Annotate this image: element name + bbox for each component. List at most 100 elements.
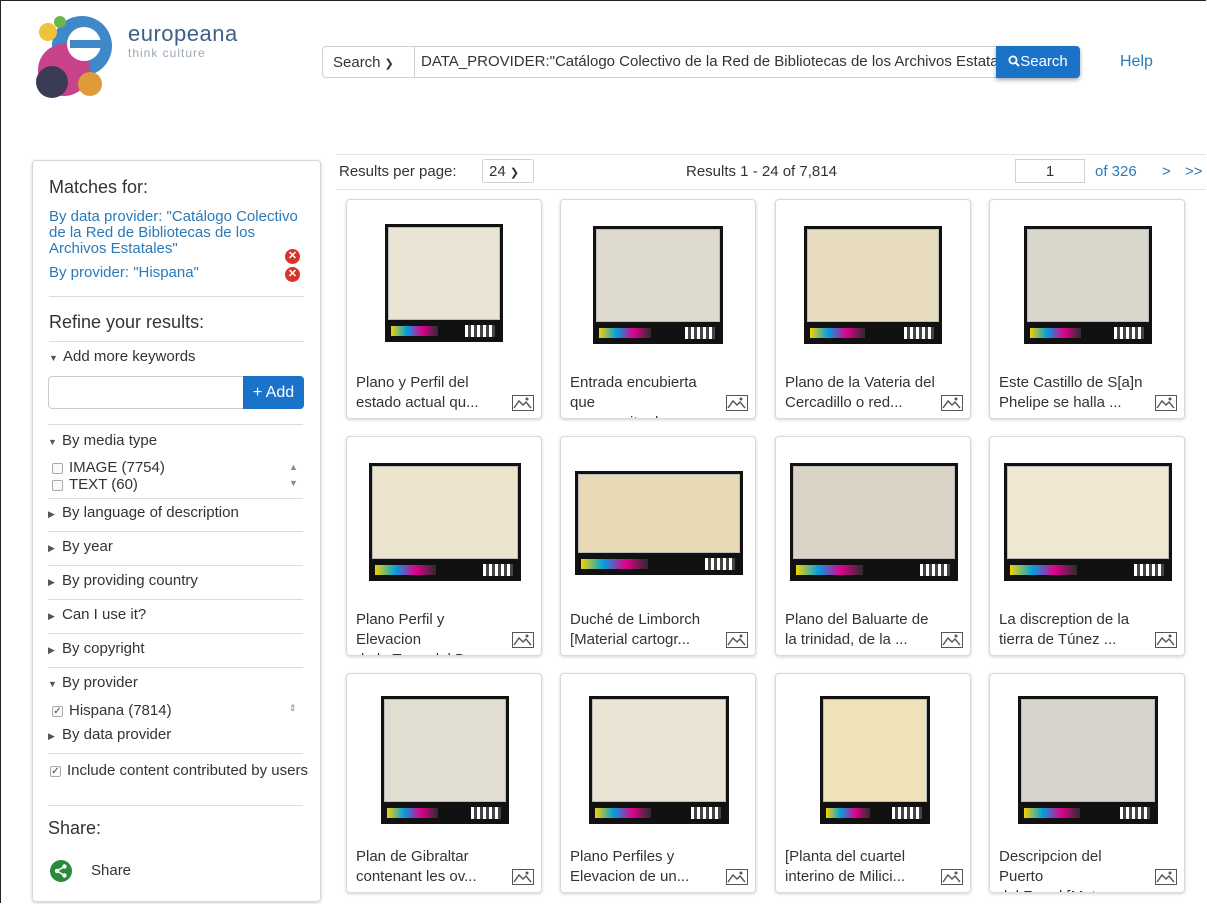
image-icon xyxy=(1155,869,1177,885)
checkbox[interactable] xyxy=(52,462,63,474)
facet-label: By copyright xyxy=(62,640,145,657)
facet-copyright[interactable]: ▶ By copyright xyxy=(48,640,145,657)
result-card[interactable]: Plano Perfil y Elevacion de la Torre del … xyxy=(346,436,542,656)
facet-media-type[interactable]: ▼ By media type xyxy=(48,432,157,449)
europeana-logo-icon[interactable] xyxy=(30,14,130,100)
matches-heading: Matches for: xyxy=(49,177,149,197)
result-title[interactable]: [Planta del cuartel interino de Milici... xyxy=(785,847,935,887)
result-title[interactable]: Plan de Gibraltar contenant les ov... xyxy=(356,847,506,887)
result-thumbnail[interactable] xyxy=(369,463,521,581)
result-card[interactable]: Descripcion del Puerto del Ferrol [Mater.… xyxy=(989,673,1185,893)
result-thumbnail[interactable] xyxy=(385,224,503,342)
result-card[interactable]: [Planta del cuartel interino de Milici... xyxy=(775,673,971,893)
result-title-line: Phelipe se halla ... xyxy=(999,394,1122,411)
result-card[interactable]: Plano de la Vateria del Cercadillo o red.… xyxy=(775,199,971,419)
result-title[interactable]: Descripcion del Puerto del Ferrol [Mater.… xyxy=(999,847,1149,892)
share-link[interactable]: Share xyxy=(91,862,131,879)
result-title-line: Plano y Perfil del xyxy=(356,374,469,391)
caret-down-icon: ▼ xyxy=(48,437,57,447)
facet-provider[interactable]: ▼ By provider xyxy=(48,674,138,691)
result-title[interactable]: Plano de la Vateria del Cercadillo o red.… xyxy=(785,373,935,413)
media-type-option[interactable]: TEXT (60) xyxy=(52,476,138,493)
checkbox-checked[interactable]: ✓ xyxy=(52,705,63,717)
facet-label: Add more keywords xyxy=(63,348,196,365)
image-icon xyxy=(726,869,748,885)
last-page-link[interactable]: >> xyxy=(1185,163,1203,180)
divider xyxy=(49,296,304,297)
result-title-line: Plan de Gibraltar xyxy=(356,848,469,865)
brand[interactable]: europeana think culture xyxy=(128,22,238,61)
facet-label: By provider xyxy=(62,674,138,691)
divider xyxy=(48,565,303,566)
result-card[interactable]: Plano del Baluarte de la trinidad, de la … xyxy=(775,436,971,656)
match-provider-link[interactable]: By provider: "Hispana" xyxy=(49,265,199,281)
result-card[interactable]: Este Castillo de S[a]n Phelipe se halla .… xyxy=(989,199,1185,419)
search-input[interactable]: DATA_PROVIDER:"Catálogo Colectivo de la … xyxy=(414,46,998,78)
refine-heading: Refine your results: xyxy=(49,312,205,332)
result-title[interactable]: Plano Perfiles y Elevacion de un... xyxy=(570,847,720,887)
ugc-option[interactable]: ✓ Include content contributed by users xyxy=(50,761,310,781)
result-thumbnail[interactable] xyxy=(589,696,729,824)
scroll-up-icon[interactable]: ▲ xyxy=(289,462,298,472)
caret-right-icon: ▶ xyxy=(48,731,55,741)
brand-tagline: think culture xyxy=(128,46,206,60)
remove-filter-icon[interactable]: ✕ xyxy=(285,267,300,282)
result-thumbnail[interactable] xyxy=(820,696,930,824)
next-page-link[interactable]: > xyxy=(1162,163,1171,180)
result-thumbnail[interactable] xyxy=(575,471,743,575)
result-card[interactable]: Entrada encubierta que se necesita de a..… xyxy=(560,199,756,419)
facet-label: By year xyxy=(62,538,113,555)
result-thumbnail[interactable] xyxy=(1018,696,1158,824)
result-thumbnail[interactable] xyxy=(1024,226,1152,344)
caret-down-icon: ▼ xyxy=(48,679,57,689)
result-thumbnail[interactable] xyxy=(1004,463,1172,581)
facet-language[interactable]: ▶ By language of description xyxy=(48,504,239,521)
search-button[interactable]: Search xyxy=(996,46,1080,78)
result-title-line: Plano de la Vateria del xyxy=(785,374,935,391)
match-data-provider-link[interactable]: By data provider: "Catálogo Colectivo de… xyxy=(49,209,299,257)
result-card[interactable]: Duché de Limborch [Material cartogr... xyxy=(560,436,756,656)
provider-option[interactable]: ✓ Hispana (7814) xyxy=(52,702,172,719)
result-title[interactable]: La discreption de la tierra de Túnez ... xyxy=(999,610,1149,650)
media-type-option[interactable]: IMAGE (7754) xyxy=(52,459,165,476)
remove-filter-icon[interactable]: ✕ xyxy=(285,249,300,264)
facet-country[interactable]: ▶ By providing country xyxy=(48,572,198,589)
scroll-down-icon[interactable]: ▼ xyxy=(289,478,298,488)
facet-add-keywords[interactable]: ▼ Add more keywords xyxy=(49,348,196,365)
result-card[interactable]: Plan de Gibraltar contenant les ov... xyxy=(346,673,542,893)
facet-year[interactable]: ▶ By year xyxy=(48,538,113,555)
facet-data-provider[interactable]: ▶ By data provider xyxy=(48,726,171,743)
results-per-page-select[interactable]: 24 ❯ xyxy=(482,159,534,183)
result-title[interactable]: Plano del Baluarte de la trinidad, de la … xyxy=(785,610,935,650)
result-card[interactable]: La discreption de la tierra de Túnez ... xyxy=(989,436,1185,656)
result-thumbnail[interactable] xyxy=(804,226,942,344)
caret-right-icon: ▶ xyxy=(48,577,55,587)
help-link[interactable]: Help xyxy=(1120,53,1153,71)
search-icon xyxy=(1008,55,1020,67)
page-number-input[interactable]: 1 xyxy=(1015,159,1085,183)
search-type-label: Search xyxy=(333,54,381,71)
image-icon xyxy=(941,632,963,648)
checkbox[interactable] xyxy=(52,479,63,491)
search-bar: Search ❯ DATA_PROVIDER:"Catálogo Colectiv… xyxy=(322,46,1082,80)
result-card[interactable]: Plano Perfiles y Elevacion de un... xyxy=(560,673,756,893)
result-card[interactable]: Plano y Perfil del estado actual qu... xyxy=(346,199,542,419)
search-type-select[interactable]: Search ❯ xyxy=(322,46,414,78)
checkbox-checked[interactable]: ✓ xyxy=(50,765,61,777)
result-thumbnail[interactable] xyxy=(790,463,958,581)
result-title[interactable]: Plano Perfil y Elevacion de la Torre del … xyxy=(356,610,506,655)
result-title-line: Plano Perfiles y xyxy=(570,848,675,865)
result-title[interactable]: Entrada encubierta que se necesita de a..… xyxy=(570,373,720,418)
result-thumbnail[interactable] xyxy=(381,696,509,824)
result-title[interactable]: Plano y Perfil del estado actual qu... xyxy=(356,373,506,413)
result-thumbnail[interactable] xyxy=(593,226,723,344)
result-title[interactable]: Este Castillo de S[a]n Phelipe se halla .… xyxy=(999,373,1149,413)
result-title[interactable]: Duché de Limborch [Material cartogr... xyxy=(570,610,720,650)
caret-right-icon: ▶ xyxy=(48,543,55,553)
facet-can-i-use[interactable]: ▶ Can I use it? xyxy=(48,606,146,623)
option-label: Hispana (7814) xyxy=(69,702,172,719)
share-icon[interactable] xyxy=(50,860,72,882)
image-icon xyxy=(1155,632,1177,648)
spinner-icon[interactable]: ⇕ xyxy=(289,703,297,714)
add-keyword-button[interactable]: + Add xyxy=(243,376,304,409)
